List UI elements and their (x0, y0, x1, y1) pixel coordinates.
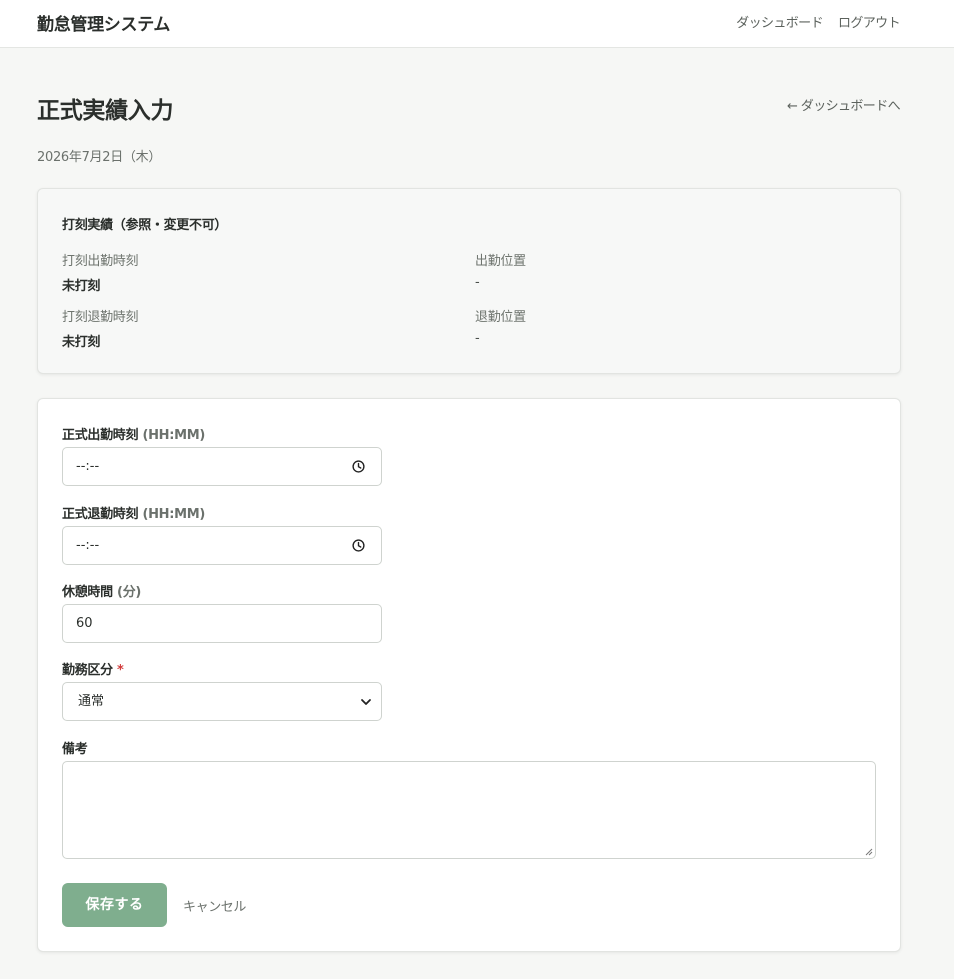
start-time-format-hint: (HH:MM) (142, 428, 206, 443)
clock-out-location-value: - (475, 331, 480, 346)
end-time-label-text: 正式退勤時刻 (62, 507, 139, 522)
work-type-select[interactable]: 通常 (62, 682, 382, 721)
start-time-input[interactable]: --:-- (62, 447, 382, 486)
work-type-label-text: 勤務区分 (62, 663, 113, 678)
nav-dashboard-link[interactable]: ダッシュボード (736, 12, 823, 31)
cancel-link[interactable]: キャンセル (183, 896, 246, 915)
start-time-label-text: 正式出勤時刻 (62, 428, 139, 443)
punch-clock-out-location: 退勤位置 - (475, 306, 526, 346)
notes-textarea[interactable] (62, 761, 876, 859)
punch-record-card: 打刻実績（参照・変更不可） 打刻出勤時刻 未打刻 出勤位置 - 打刻退勤時刻 未… (37, 188, 901, 374)
top-navbar: 勤怠管理システム ダッシュボード ログアウト (0, 0, 954, 48)
end-time-format-hint: (HH:MM) (142, 507, 206, 522)
clock-icon[interactable] (352, 460, 365, 473)
nav-logout-link[interactable]: ログアウト (838, 12, 901, 31)
end-time-input[interactable]: --:-- (62, 526, 382, 565)
work-type-selected-value: 通常 (78, 694, 105, 709)
page-title: 正式実績入力 (37, 98, 174, 124)
break-time-label-text: 休憩時間 (62, 585, 113, 600)
notes-label: 備考 (62, 742, 88, 757)
work-type-label: 勤務区分 * (62, 659, 124, 678)
clock-out-location-label: 退勤位置 (475, 310, 526, 325)
attendance-form-card: 正式出勤時刻 (HH:MM) --:-- 正式退勤時刻 (HH:MM) --:-… (37, 398, 901, 952)
clock-icon[interactable] (352, 539, 365, 552)
start-time-label: 正式出勤時刻 (HH:MM) (62, 424, 205, 443)
back-to-dashboard-link[interactable]: ← ダッシュボードへ (787, 95, 901, 114)
end-time-value: --:-- (76, 538, 100, 553)
punch-clock-in-value: 未打刻 (62, 279, 101, 294)
resize-grip-icon[interactable] (864, 847, 873, 856)
punch-clock-in: 打刻出勤時刻 未打刻 (62, 250, 139, 294)
work-date: 2026年7月2日（木） (37, 150, 162, 165)
app-title[interactable]: 勤怠管理システム (37, 10, 170, 35)
start-time-value: --:-- (76, 459, 100, 474)
end-time-label: 正式退勤時刻 (HH:MM) (62, 503, 205, 522)
punch-clock-in-label: 打刻出勤時刻 (62, 254, 139, 269)
punch-clock-in-location: 出勤位置 - (475, 250, 526, 290)
break-time-label: 休憩時間 (分) (62, 581, 141, 600)
punch-clock-out-value: 未打刻 (62, 335, 101, 350)
clock-in-location-label: 出勤位置 (475, 254, 526, 269)
punch-clock-out-label: 打刻退勤時刻 (62, 310, 139, 325)
break-minutes-input[interactable]: 60 (62, 604, 382, 643)
chevron-down-icon (361, 699, 371, 705)
break-minutes-value: 60 (76, 616, 93, 631)
break-time-unit-hint: (分) (117, 585, 142, 600)
clock-in-location-value: - (475, 275, 480, 290)
header-nav: ダッシュボード ログアウト (736, 12, 900, 31)
required-marker: * (117, 663, 124, 678)
punch-clock-out: 打刻退勤時刻 未打刻 (62, 306, 139, 350)
punch-record-title: 打刻実績（参照・変更不可） (62, 218, 228, 233)
save-button[interactable]: 保存する (62, 883, 167, 927)
